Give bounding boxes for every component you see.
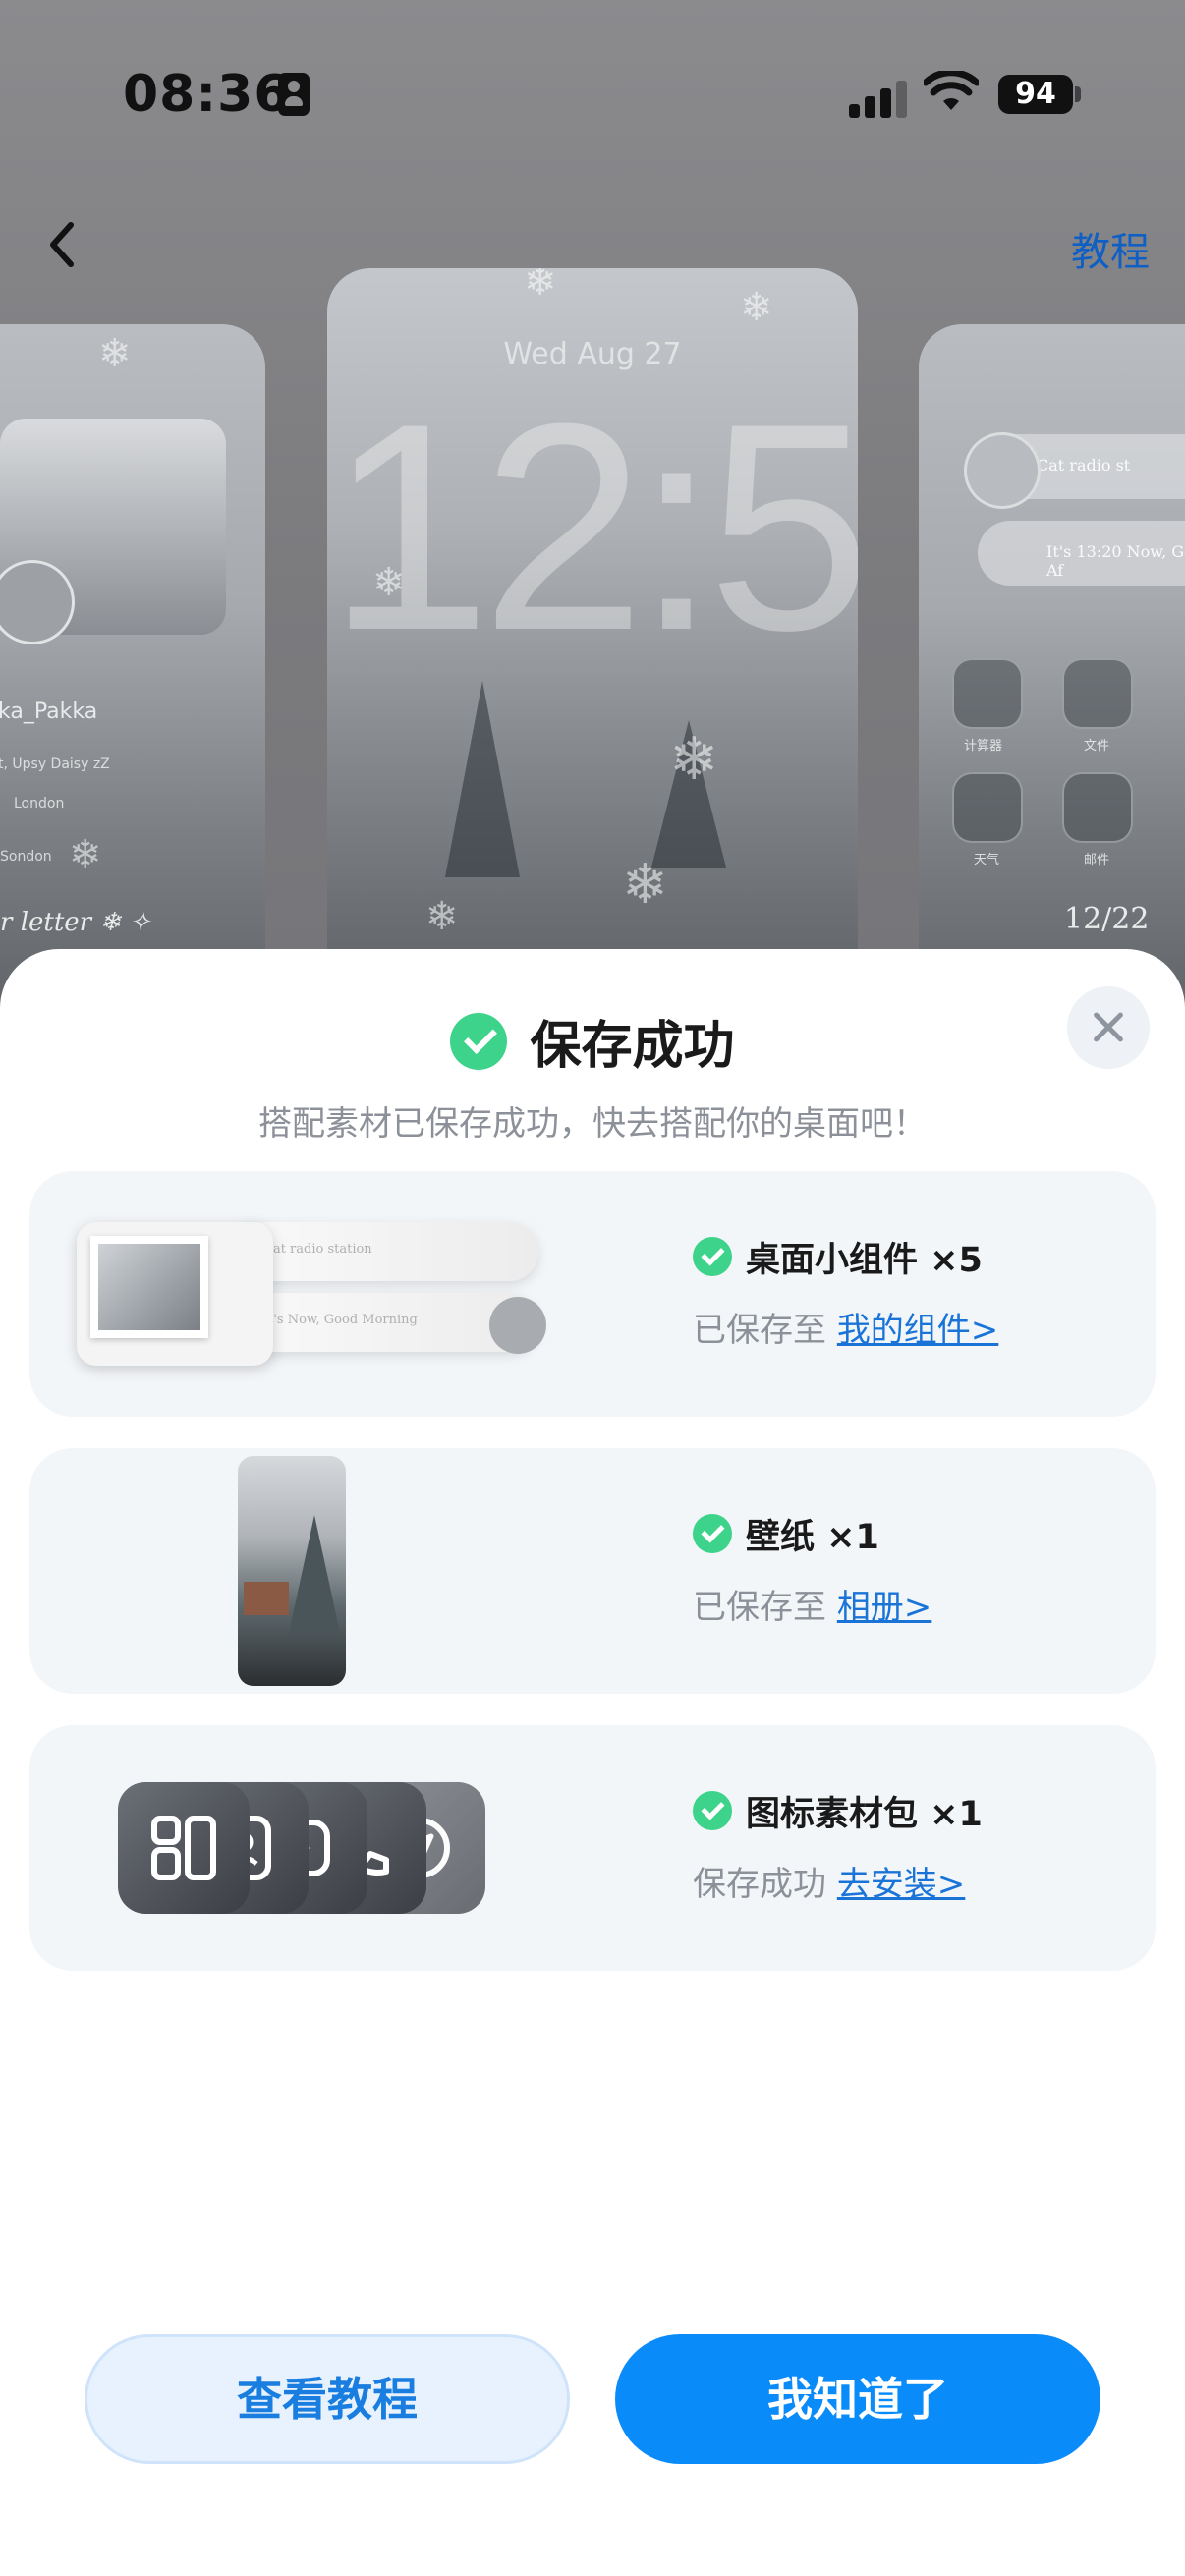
back-button[interactable] [39, 211, 88, 280]
battery-indicator: 94 [998, 75, 1073, 114]
date-widget: 12/22 [1064, 902, 1150, 936]
tree-shape [445, 681, 520, 877]
success-check-icon [693, 1514, 732, 1553]
avatar [964, 432, 1041, 509]
success-check-icon [693, 1791, 732, 1830]
item-status: 保存成功 去安装> [693, 1857, 983, 1905]
item-saved-label: 已保存至 [693, 1588, 826, 1627]
got-it-button[interactable]: 我知道了 [615, 2334, 1100, 2464]
status-bar: 08:36 94 [0, 0, 1185, 187]
widget-preview-image: Cat radio station It's Now, Good Morning [77, 1222, 546, 1366]
theme-preview-center[interactable]: Wed Aug 27 12:56 ❄ ❄ ❄ ❄ ❄ ❄ [327, 268, 858, 1015]
battery-tip [1075, 86, 1081, 102]
letter-caption: r letter ❄ ✧ [0, 908, 151, 937]
install-link[interactable]: 去安装> [837, 1865, 966, 1904]
item-title: 桌面小组件 ×5 [746, 1240, 983, 1280]
contact-card-icon [278, 73, 310, 116]
theme-preview-left[interactable]: ka_Pakka t, Upsy Daisy zZ London Sondon … [0, 324, 265, 1032]
widgets-app-icon [118, 1782, 250, 1914]
item-status: 已保存至 我的组件> [693, 1303, 998, 1351]
item-info: 壁纸 ×1 已保存至 相册> [693, 1509, 931, 1628]
saved-item-wallpaper: 壁纸 ×1 已保存至 相册> [29, 1448, 1156, 1694]
profile-city-secondary: Sondon [0, 849, 52, 865]
sheet-subtitle: 搭配素材已保存成功，快去搭配你的桌面吧！ [258, 1104, 927, 1144]
snowflake-icon: ❄ [524, 268, 557, 305]
save-success-sheet: 保存成功 搭配素材已保存成功，快去搭配你的桌面吧！ Cat radio stat… [0, 949, 1185, 2576]
sheet-title: 保存成功 [530, 1017, 735, 1076]
item-saved-label: 已保存至 [693, 1311, 826, 1350]
saved-item-widgets: Cat radio station It's Now, Good Morning… [29, 1171, 1156, 1417]
snowflake-icon: ❄ [69, 832, 102, 877]
my-widgets-link[interactable]: 我的组件> [837, 1311, 999, 1350]
folder-icon [1062, 658, 1133, 729]
profile-city: London [14, 796, 65, 812]
greeting-widget: It's 13:20 Now, Good Af [978, 521, 1185, 586]
profile-status: t, Upsy Daisy zZ [0, 756, 110, 772]
success-check-icon [450, 1012, 508, 1070]
app-label: 计算器 [964, 739, 1003, 754]
item-saved-label: 保存成功 [693, 1865, 826, 1904]
close-button[interactable] [1067, 986, 1150, 1069]
snowflake-icon: ❄ [98, 331, 132, 376]
lockscreen-clock: 12:56 [327, 362, 858, 692]
snowflake-icon: ❄ [740, 285, 773, 330]
snowflake-icon: ❄ [669, 725, 719, 794]
snowflake-icon: ❄ [622, 853, 668, 917]
icon-pack-preview-image [118, 1782, 570, 1914]
view-tutorial-button[interactable]: 查看教程 [85, 2334, 570, 2464]
calculator-icon [952, 658, 1023, 729]
theme-preview-right[interactable]: Cat radio st It's 13:20 Now, Good Af 计算器… [919, 324, 1185, 1032]
wallpaper-preview-image [238, 1456, 346, 1686]
wifi-icon [924, 71, 979, 110]
item-info: 图标素材包 ×1 保存成功 去安装> [693, 1786, 983, 1905]
weather-icon [952, 772, 1023, 843]
cellular-signal-icon [849, 75, 908, 118]
item-title: 壁纸 ×1 [746, 1517, 879, 1557]
widget-preview-avatar [489, 1297, 546, 1354]
status-time: 08:36 [123, 65, 291, 124]
tutorial-link[interactable]: 教程 [1071, 220, 1150, 277]
background-scene: 08:36 94 教程 ka_Pakka t, Upsy Daisy zZ Lo… [0, 0, 1185, 1032]
item-status: 已保存至 相册> [693, 1580, 931, 1628]
snowflake-icon: ❄ [425, 894, 459, 939]
sheet-header: 保存成功 [0, 1004, 1185, 1078]
snowflake-icon: ❄ [372, 560, 406, 605]
widget-preview-photo [77, 1222, 273, 1366]
album-link[interactable]: 相册> [837, 1588, 932, 1627]
mail-icon [1062, 772, 1133, 843]
app-label: 邮件 [1084, 853, 1110, 868]
house-shape [244, 1582, 289, 1615]
item-title: 图标素材包 ×1 [746, 1794, 983, 1834]
success-check-icon [693, 1237, 732, 1276]
item-info: 桌面小组件 ×5 已保存至 我的组件> [693, 1232, 998, 1351]
tree-shape [289, 1515, 340, 1633]
saved-item-icon-pack: 图标素材包 ×1 保存成功 去安装> [29, 1725, 1156, 1971]
profile-name: ka_Pakka [0, 700, 98, 724]
app-label: 文件 [1084, 739, 1110, 754]
app-label: 天气 [974, 853, 1000, 868]
